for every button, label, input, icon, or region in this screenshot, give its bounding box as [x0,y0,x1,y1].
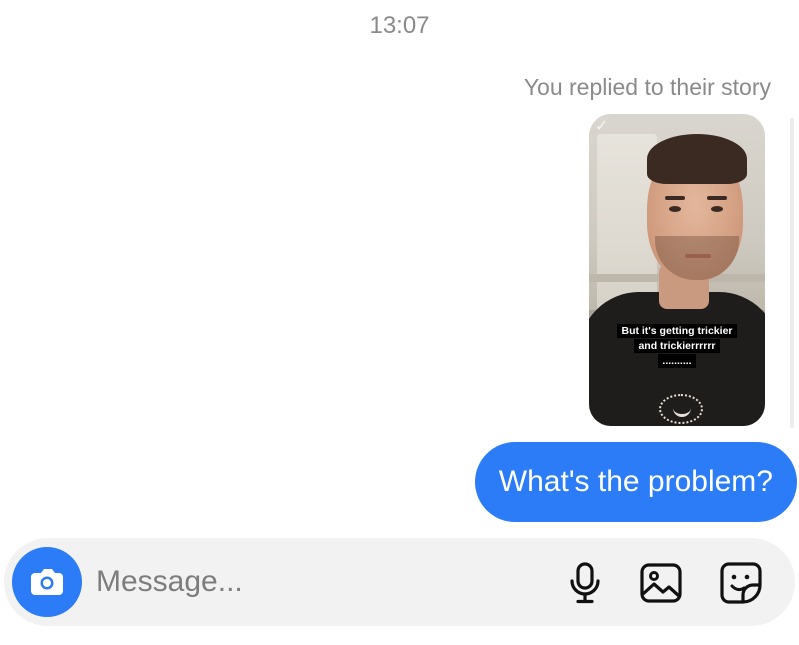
story-check-icon: ✓ [595,118,609,135]
story-caption-line: But it's getting trickier [617,324,737,338]
gallery-button[interactable] [636,558,686,608]
message-input[interactable] [96,560,516,604]
sticker-icon [720,562,762,604]
message-timestamp: 13:07 [369,12,430,39]
voice-message-button[interactable] [560,558,610,608]
story-reply-label: You replied to their story [523,74,771,100]
shirt-logo [659,394,703,424]
scrollbar[interactable] [790,118,794,428]
message-composer [4,538,795,626]
microphone-icon [570,562,600,604]
image-icon [640,563,682,603]
sticker-button[interactable] [716,558,766,608]
story-preview-card[interactable]: ✓ But it's getting trickier and trickier… [589,114,765,426]
camera-icon [31,569,63,595]
camera-button[interactable] [12,547,82,617]
story-caption: But it's getting trickier and trickierrr… [607,324,747,369]
dm-thread-screen: 13:07 You replied to their story ✓ But i… [0,0,799,645]
sent-message-bubble[interactable]: What's the problem? [474,442,797,522]
story-caption-line: and trickierrrrrr [634,339,720,353]
story-caption-line: .......... [658,354,696,368]
